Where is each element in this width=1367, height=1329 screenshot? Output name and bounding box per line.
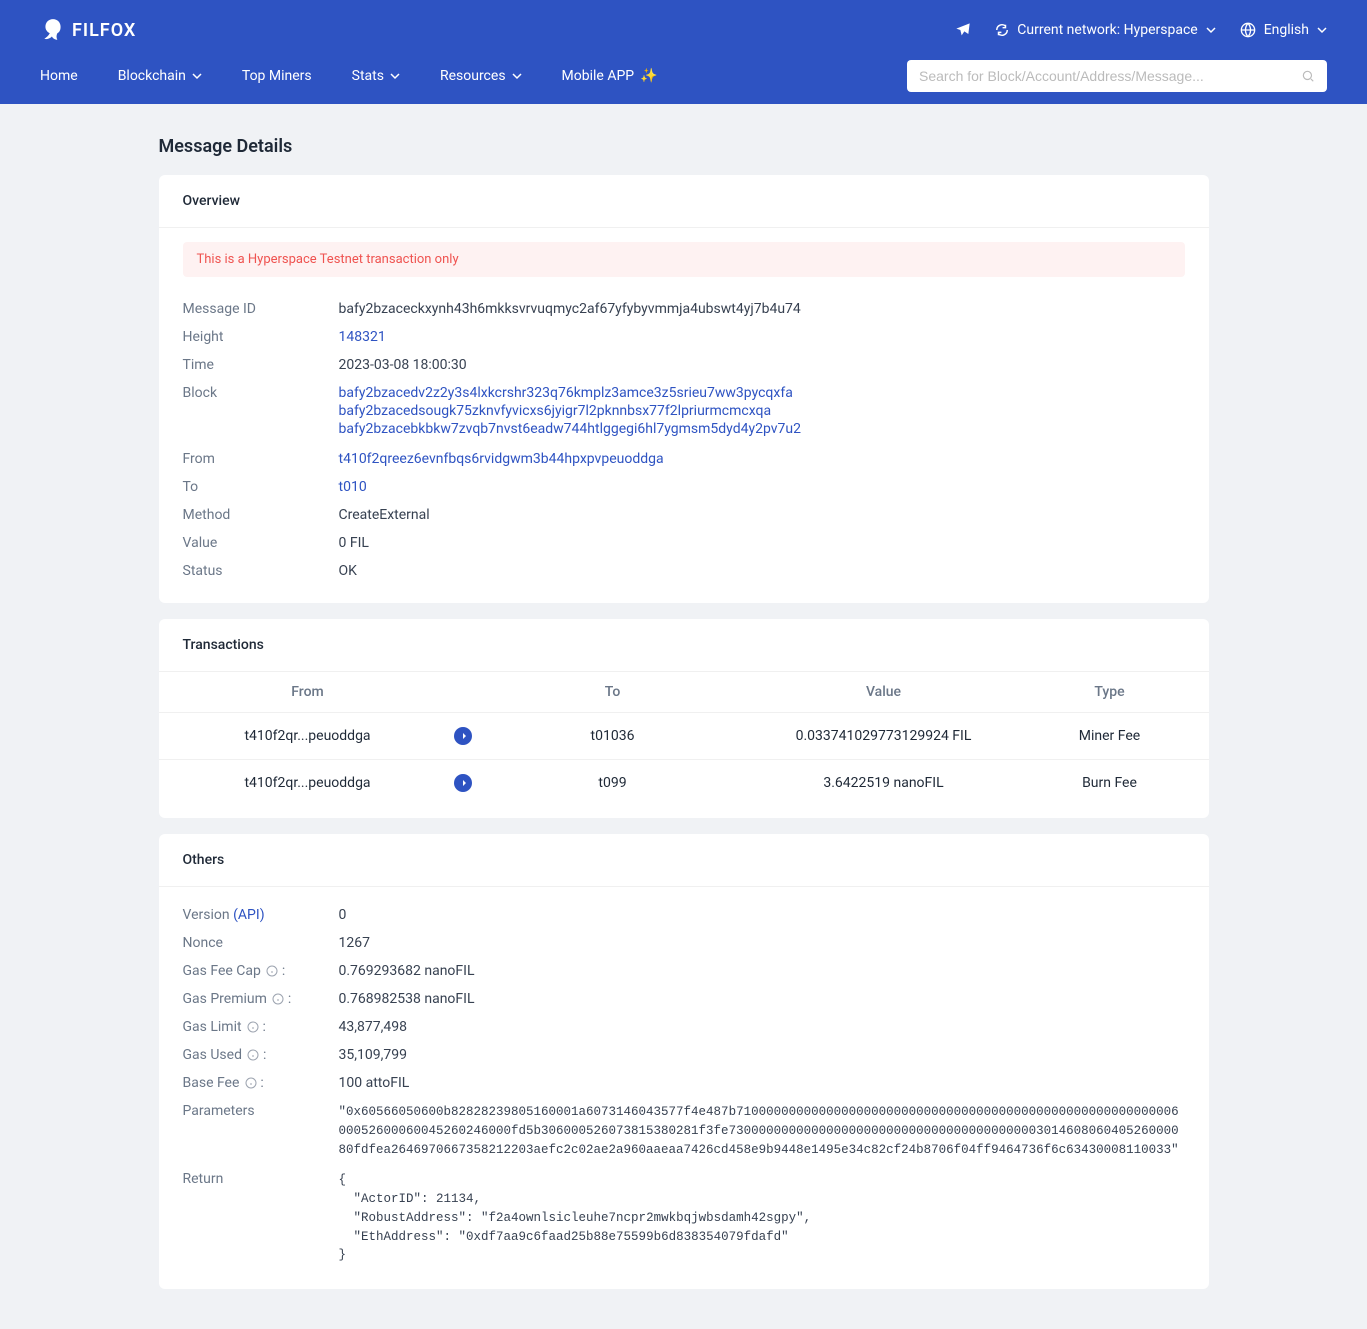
page-title: Message Details <box>159 136 1209 157</box>
tx-type-0: Miner Fee <box>1035 728 1185 744</box>
label-value: Value <box>183 535 339 551</box>
nav-stats-label: Stats <box>352 68 384 84</box>
others-card: Others Version (API) 0 Nonce 1267 Gas Fe… <box>159 834 1209 1289</box>
table-row: t410f2qr...peuoddga t01036 0.03374102977… <box>159 712 1209 759</box>
logo[interactable]: FILFOX <box>40 17 136 43</box>
label-method: Method <box>183 507 339 523</box>
label-status: Status <box>183 563 339 579</box>
value-status: OK <box>339 563 1185 579</box>
tx-from-0[interactable]: t410f2qr...peuoddga <box>183 728 433 744</box>
transactions-header: Transactions <box>159 619 1209 672</box>
value-from[interactable]: t410f2qreez6evnfbqs6rvidgwm3b44hpxpvpeuo… <box>339 451 1185 467</box>
value-message-id: bafy2bzaceckxynh43h6mkksvrvuqmyc2af67yfy… <box>339 301 1185 317</box>
others-header: Others <box>159 834 1209 887</box>
nav-blockchain-label: Blockchain <box>118 68 186 84</box>
value-gas-premium: 0.768982538 nanoFIL <box>339 991 1185 1007</box>
tx-value-0: 0.033741029773129924 FIL <box>733 728 1035 744</box>
nav-home[interactable]: Home <box>40 68 78 84</box>
search-icon <box>1301 69 1315 83</box>
value-nonce: 1267 <box>339 935 1185 951</box>
label-return: Return <box>183 1171 339 1187</box>
block-link-0[interactable]: bafy2bzacedv2z2y3s4lxkcrshr323q76kmplz3a… <box>339 385 1185 401</box>
label-gas-premium: Gas Premium : <box>183 991 339 1007</box>
th-type: Type <box>1035 684 1185 700</box>
value-gas-limit: 43,877,498 <box>339 1019 1185 1035</box>
search-box[interactable] <box>907 60 1327 92</box>
block-link-1[interactable]: bafy2bzacedsougk75zknvfyvicxs6jyigr7l2pk… <box>339 403 1185 419</box>
info-icon[interactable] <box>266 965 278 977</box>
search-input[interactable] <box>919 68 1301 84</box>
label-to: To <box>183 479 339 495</box>
table-row: t410f2qr...peuoddga t099 3.6422519 nanoF… <box>159 759 1209 806</box>
label-gas-used: Gas Used : <box>183 1047 339 1063</box>
arrow-right-icon <box>454 774 472 792</box>
nav-blockchain[interactable]: Blockchain <box>118 68 202 84</box>
label-time: Time <box>183 357 339 373</box>
brand-text: FILFOX <box>72 20 136 41</box>
label-nonce: Nonce <box>183 935 339 951</box>
th-from: From <box>183 684 433 700</box>
value-value: 0 FIL <box>339 535 1185 551</box>
overview-header: Overview <box>159 175 1209 228</box>
telegram-icon[interactable] <box>955 22 971 38</box>
api-link[interactable]: (API) <box>233 907 264 923</box>
label-from: From <box>183 451 339 467</box>
nav-stats[interactable]: Stats <box>352 68 400 84</box>
label-parameters: Parameters <box>183 1103 339 1119</box>
tx-type-1: Burn Fee <box>1035 775 1185 791</box>
th-to: To <box>493 684 733 700</box>
value-method: CreateExternal <box>339 507 1185 523</box>
nav-mobile-app[interactable]: Mobile APP ✨ <box>562 68 658 84</box>
nav-mobile-app-label: Mobile APP <box>562 68 635 84</box>
info-icon[interactable] <box>247 1049 259 1061</box>
nav-resources[interactable]: Resources <box>440 68 522 84</box>
label-message-id: Message ID <box>183 301 339 317</box>
info-icon[interactable] <box>245 1077 257 1089</box>
value-gas-used: 35,109,799 <box>339 1047 1185 1063</box>
value-gas-fee-cap: 0.769293682 nanoFIL <box>339 963 1185 979</box>
tx-from-1[interactable]: t410f2qr...peuoddga <box>183 775 433 791</box>
testnet-banner: This is a Hyperspace Testnet transaction… <box>183 242 1185 277</box>
transactions-card: Transactions From To Value Type t410f2qr… <box>159 619 1209 818</box>
value-to[interactable]: t010 <box>339 479 1185 495</box>
label-height: Height <box>183 329 339 345</box>
tx-to-0[interactable]: t01036 <box>493 728 733 744</box>
value-blocks: bafy2bzacedv2z2y3s4lxkcrshr323q76kmplz3a… <box>339 385 1185 439</box>
th-value: Value <box>733 684 1035 700</box>
label-version: Version (API) <box>183 907 339 923</box>
info-icon[interactable] <box>272 993 284 1005</box>
arrow-right-icon <box>454 727 472 745</box>
network-label: Current network: Hyperspace <box>1017 22 1197 38</box>
tx-value-1: 3.6422519 nanoFIL <box>733 775 1035 791</box>
value-parameters: "0x60566050600b82828239805160001a6073146… <box>339 1103 1185 1159</box>
info-icon[interactable] <box>247 1021 259 1033</box>
label-block: Block <box>183 385 339 401</box>
label-base-fee: Base Fee : <box>183 1075 339 1091</box>
value-return: { "ActorID": 21134, "RobustAddress": "f2… <box>339 1171 1185 1265</box>
nav-resources-label: Resources <box>440 68 506 84</box>
sparkle-icon: ✨ <box>640 68 657 84</box>
value-time: 2023-03-08 18:00:30 <box>339 357 1185 373</box>
network-selector[interactable]: Current network: Hyperspace <box>995 22 1215 38</box>
label-gas-fee-cap: Gas Fee Cap : <box>183 963 339 979</box>
label-gas-limit: Gas Limit : <box>183 1019 339 1035</box>
value-version: 0 <box>339 907 1185 923</box>
language-label: English <box>1264 22 1309 38</box>
nav-top-miners[interactable]: Top Miners <box>242 68 312 84</box>
language-selector[interactable]: English <box>1240 22 1327 38</box>
tx-to-1[interactable]: t099 <box>493 775 733 791</box>
value-height[interactable]: 148321 <box>339 329 1185 345</box>
overview-card: Overview This is a Hyperspace Testnet tr… <box>159 175 1209 603</box>
block-link-2[interactable]: bafy2bzacebkbkw7zvqb7nvst6eadw744htlggeg… <box>339 421 1185 437</box>
value-base-fee: 100 attoFIL <box>339 1075 1185 1091</box>
